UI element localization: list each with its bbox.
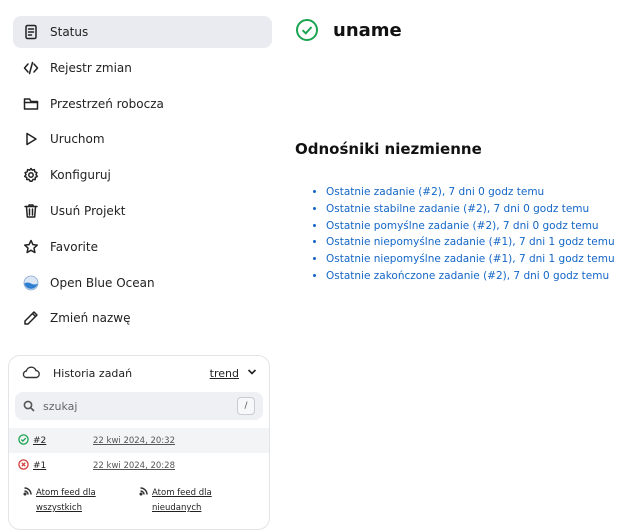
sidebar-item-label: Usuń Projekt [50, 203, 126, 218]
success-check-icon [18, 433, 29, 448]
sidebar-item-build[interactable]: Uruchom [13, 123, 272, 155]
chevron-down-icon[interactable] [247, 367, 257, 380]
pencil-icon [22, 309, 40, 327]
atom-feed-all-link[interactable]: Atom feed dla wszystkich [23, 486, 139, 516]
sidebar-item-label: Rejestr zmian [50, 60, 132, 75]
permalink-last-build[interactable]: Ostatnie zadanie (#2), 7 dni 0 godz temu [326, 186, 544, 198]
sidebar-item-configure[interactable]: Konfiguruj [13, 159, 272, 191]
list-item: Ostatnie niepomyślne zadanie (#1), 7 dni… [326, 251, 615, 268]
sidebar: Status Rejestr zmian Przestrzeń robocza … [13, 16, 272, 338]
sidebar-item-label: Status [50, 25, 89, 39]
page-title: uname [333, 19, 402, 41]
permalink-last-completed[interactable]: Ostatnie zakończone zadanie (#2), 7 dni … [326, 270, 609, 282]
sidebar-item-label: Zmień nazwę [50, 311, 131, 326]
permalink-last-failed[interactable]: Ostatnie niepomyślne zadanie (#1), 7 dni… [326, 236, 615, 248]
rss-icon [139, 487, 148, 496]
job-header: uname [295, 18, 402, 42]
rss-icon [23, 487, 32, 496]
sidebar-item-blue-ocean[interactable]: Open Blue Ocean [13, 267, 272, 299]
build-search-input[interactable]: szukaj / [15, 392, 263, 420]
permalink-last-successful[interactable]: Ostatnie pomyślne zadanie (#2), 7 dni 0 … [326, 220, 599, 232]
list-item: Ostatnie niepomyślne zadanie (#1), 7 dni… [326, 234, 615, 251]
folder-icon [22, 95, 40, 113]
document-icon [22, 23, 40, 41]
blue-ocean-icon [22, 274, 40, 292]
sidebar-item-delete-project[interactable]: Usuń Projekt [13, 195, 272, 227]
star-icon [22, 238, 40, 256]
play-icon [22, 130, 40, 148]
sidebar-item-label: Konfiguruj [50, 168, 111, 183]
sidebar-item-workspace[interactable]: Przestrzeń robocza [13, 88, 272, 120]
sidebar-item-label: Uruchom [50, 132, 105, 147]
permalink-last-unsuccessful[interactable]: Ostatnie niepomyślne zadanie (#1), 7 dni… [326, 253, 615, 265]
code-icon [22, 59, 40, 77]
sidebar-item-label: Przestrzeń robocza [50, 96, 164, 111]
build-date-link[interactable]: 22 kwi 2024, 20:28 [93, 461, 175, 471]
build-number-link[interactable]: #1 [33, 461, 93, 471]
permalinks-heading: Odnośniki niezmienne [295, 140, 482, 158]
sidebar-item-favorite[interactable]: Favorite [13, 231, 272, 263]
permalink-last-stable[interactable]: Ostatnie stabilne zadanie (#2), 7 dni 0 … [326, 203, 589, 215]
atom-feed-failed-label: Atom feed dla nieudanych [152, 488, 212, 513]
permalinks-list: Ostatnie zadanie (#2), 7 dni 0 godz temu… [312, 184, 615, 285]
sidebar-item-label: Favorite [50, 239, 98, 254]
failure-x-icon [18, 458, 29, 473]
build-history-title: Historia zadań [53, 366, 133, 380]
build-history-panel: Historia zadań trend szukaj / #2 22 kwi … [8, 355, 270, 530]
sidebar-item-label: Open Blue Ocean [50, 275, 155, 290]
sidebar-item-status[interactable]: Status [13, 16, 272, 48]
search-placeholder: szukaj [43, 399, 78, 413]
search-icon [23, 400, 35, 412]
trash-icon [22, 202, 40, 220]
atom-feeds: Atom feed dla wszystkich Atom feed dla n… [9, 478, 269, 516]
build-history-header: Historia zadań trend [9, 356, 269, 390]
list-item: Ostatnie zakończone zadanie (#2), 7 dni … [326, 268, 615, 285]
atom-feed-failed-link[interactable]: Atom feed dla nieudanych [139, 486, 255, 516]
build-date-link[interactable]: 22 kwi 2024, 20:32 [93, 436, 175, 446]
sidebar-item-changes[interactable]: Rejestr zmian [13, 52, 272, 84]
gear-icon [22, 166, 40, 184]
build-row[interactable]: #2 22 kwi 2024, 20:32 [9, 428, 269, 453]
success-check-icon [296, 19, 318, 41]
sidebar-item-rename[interactable]: Zmień nazwę [13, 302, 272, 334]
list-item: Ostatnie zadanie (#2), 7 dni 0 godz temu [326, 184, 615, 201]
list-item: Ostatnie pomyślne zadanie (#2), 7 dni 0 … [326, 218, 615, 235]
build-row[interactable]: #1 22 kwi 2024, 20:28 [9, 453, 269, 478]
search-shortcut-key: / [237, 397, 255, 415]
trend-link[interactable]: trend [210, 367, 239, 380]
build-number-link[interactable]: #2 [33, 436, 93, 446]
atom-feed-all-label: Atom feed dla wszystkich [36, 488, 96, 513]
cloud-icon [21, 364, 41, 383]
list-item: Ostatnie stabilne zadanie (#2), 7 dni 0 … [326, 201, 615, 218]
